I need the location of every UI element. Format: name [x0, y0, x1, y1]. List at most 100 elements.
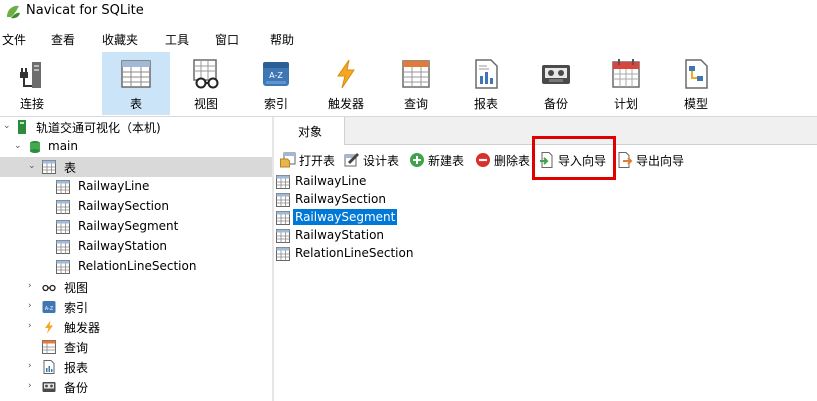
trigger-icon [45, 320, 53, 334]
navicat-logo-icon [7, 5, 20, 19]
table-icon [276, 247, 290, 261]
menu-tools[interactable]: 工具 [165, 31, 189, 48]
index-icon: A-Z [263, 62, 289, 86]
view-icon [42, 284, 56, 292]
tree-database-label: main [48, 139, 78, 153]
toolbar-report-button[interactable]: 报表 [454, 52, 518, 115]
tree-table-label: RailwaySegment [78, 219, 179, 233]
expand-chevron-icon[interactable]: › [28, 281, 38, 291]
highlight-box [532, 136, 616, 180]
toolbar-backup-label: 备份 [543, 97, 568, 111]
tree-triggers-label: 触发器 [64, 321, 101, 335]
svg-text:A-Z: A-Z [45, 306, 54, 312]
tree-table-item[interactable]: RailwaySection [0, 197, 272, 217]
tree-table-label: RailwayStation [78, 239, 168, 253]
tree-connection-label: 轨道交通可视化（本机) [36, 121, 161, 135]
open-table-label: 打开表 [299, 154, 336, 168]
view-icon [193, 59, 219, 89]
table-icon [42, 160, 56, 174]
database-icon [30, 141, 40, 153]
toolbar-trigger-button[interactable]: 触发器 [314, 52, 378, 115]
toolbar-view-label: 视图 [193, 97, 218, 111]
tree-table-item[interactable]: RailwayStation [0, 237, 272, 257]
toolbar-index-label: 索引 [263, 97, 288, 111]
index-icon: A-Z [42, 301, 56, 313]
navigation-tree: ⌄ 轨道交通可视化（本机) ⌄ main ⌄ 表 RailwayLine Rai… [0, 117, 272, 401]
expand-chevron-icon[interactable]: ⌄ [3, 121, 13, 131]
delete-table-button[interactable]: 删除表 [475, 152, 537, 168]
design-table-label: 设计表 [363, 154, 400, 168]
tree-table-item[interactable]: RailwayLine [0, 177, 272, 197]
tree-item-tables[interactable]: ⌄ 表 [0, 157, 272, 177]
add-icon [410, 153, 424, 167]
tree-table-item[interactable]: RelationLineSection [0, 257, 272, 277]
menu-view[interactable]: 查看 [51, 31, 75, 48]
object-list-item-label: RailwayLine [295, 174, 367, 188]
sqlite-connection-icon [18, 120, 26, 134]
menu-file[interactable]: 文件 [2, 31, 26, 48]
toolbar-connection-button[interactable]: 连接 [0, 52, 64, 115]
expand-chevron-icon[interactable]: ⌄ [14, 141, 24, 151]
tree-queries-label: 查询 [64, 341, 89, 355]
table-icon [121, 60, 151, 88]
delete-icon [476, 153, 490, 167]
menu-window[interactable]: 窗口 [215, 31, 239, 48]
expand-chevron-icon[interactable]: › [28, 381, 38, 391]
tree-reports-label: 报表 [64, 361, 89, 375]
design-table-button[interactable]: 设计表 [344, 152, 406, 168]
tree-item-queries[interactable]: 查询 [0, 337, 272, 357]
expand-chevron-icon[interactable]: › [28, 301, 38, 311]
tree-item-triggers[interactable]: › 触发器 [0, 317, 272, 337]
toolbar-trigger-label: 触发器 [327, 97, 364, 111]
expand-chevron-icon[interactable]: ⌄ [28, 161, 38, 171]
tree-tables-label: 表 [64, 161, 77, 175]
report-icon [475, 59, 498, 89]
expand-chevron-icon[interactable]: › [28, 361, 38, 371]
tree-item-views[interactable]: › 视图 [0, 277, 272, 297]
menu-favorites[interactable]: 收藏夹 [102, 31, 138, 48]
tree-item-backups[interactable]: › 备份 [0, 377, 272, 397]
table-icon [56, 220, 70, 234]
query-icon [402, 60, 430, 88]
toolbar-model-button[interactable]: 模型 [664, 52, 728, 115]
new-table-button[interactable]: 新建表 [409, 152, 471, 168]
object-list-item-label: RelationLineSection [295, 246, 414, 260]
table-icon [276, 229, 290, 243]
open-table-button[interactable]: 打开表 [280, 152, 340, 168]
query-icon [42, 340, 56, 354]
export-wizard-label: 导出向导 [636, 154, 685, 168]
expand-chevron-icon[interactable]: › [28, 321, 38, 331]
toolbar-query-button[interactable]: 查询 [384, 52, 448, 115]
tree-item-indexes[interactable]: › A-Z 索引 [0, 297, 272, 317]
open-table-icon [280, 152, 296, 168]
export-wizard-button[interactable]: 导出向导 [617, 152, 689, 168]
tab-objects[interactable]: 对象 [274, 117, 345, 145]
toolbar-schedule-button[interactable]: 计划 [594, 52, 658, 115]
window-title: Navicat for SQLite [26, 3, 144, 18]
toolbar-index-button[interactable]: A-Z 索引 [244, 52, 308, 115]
svg-text:A-Z: A-Z [269, 71, 283, 80]
toolbar-backup-button[interactable]: 备份 [524, 52, 588, 115]
trigger-icon [337, 59, 355, 89]
connection-icon [20, 62, 41, 88]
tree-item-connection[interactable]: ⌄ 轨道交通可视化（本机) [0, 117, 272, 137]
table-icon [56, 240, 70, 254]
table-icon [56, 200, 70, 214]
backup-icon [42, 382, 56, 392]
object-list-item-label: RailwayStation [295, 228, 385, 242]
table-icon [276, 193, 290, 207]
toolbar-view-button[interactable]: 视图 [174, 52, 238, 115]
model-icon [685, 59, 708, 89]
tree-table-item[interactable]: RailwaySegment [0, 217, 272, 237]
tree-item-database-main[interactable]: ⌄ main [0, 137, 272, 157]
toolbar-table-button[interactable]: 表 [102, 52, 170, 115]
object-list-item-label: RailwaySection [295, 192, 386, 206]
menu-help[interactable]: 帮助 [270, 31, 294, 48]
tree-item-reports[interactable]: › 报表 [0, 357, 272, 377]
title-bar: Navicat for SQLite [0, 0, 817, 24]
toolbar-connection-label: 连接 [19, 97, 44, 111]
tree-views-label: 视图 [64, 281, 89, 295]
toolbar-schedule-label: 计划 [613, 97, 638, 111]
toolbar-model-label: 模型 [683, 97, 708, 111]
object-list-item-label: RailwaySegment [293, 209, 398, 225]
